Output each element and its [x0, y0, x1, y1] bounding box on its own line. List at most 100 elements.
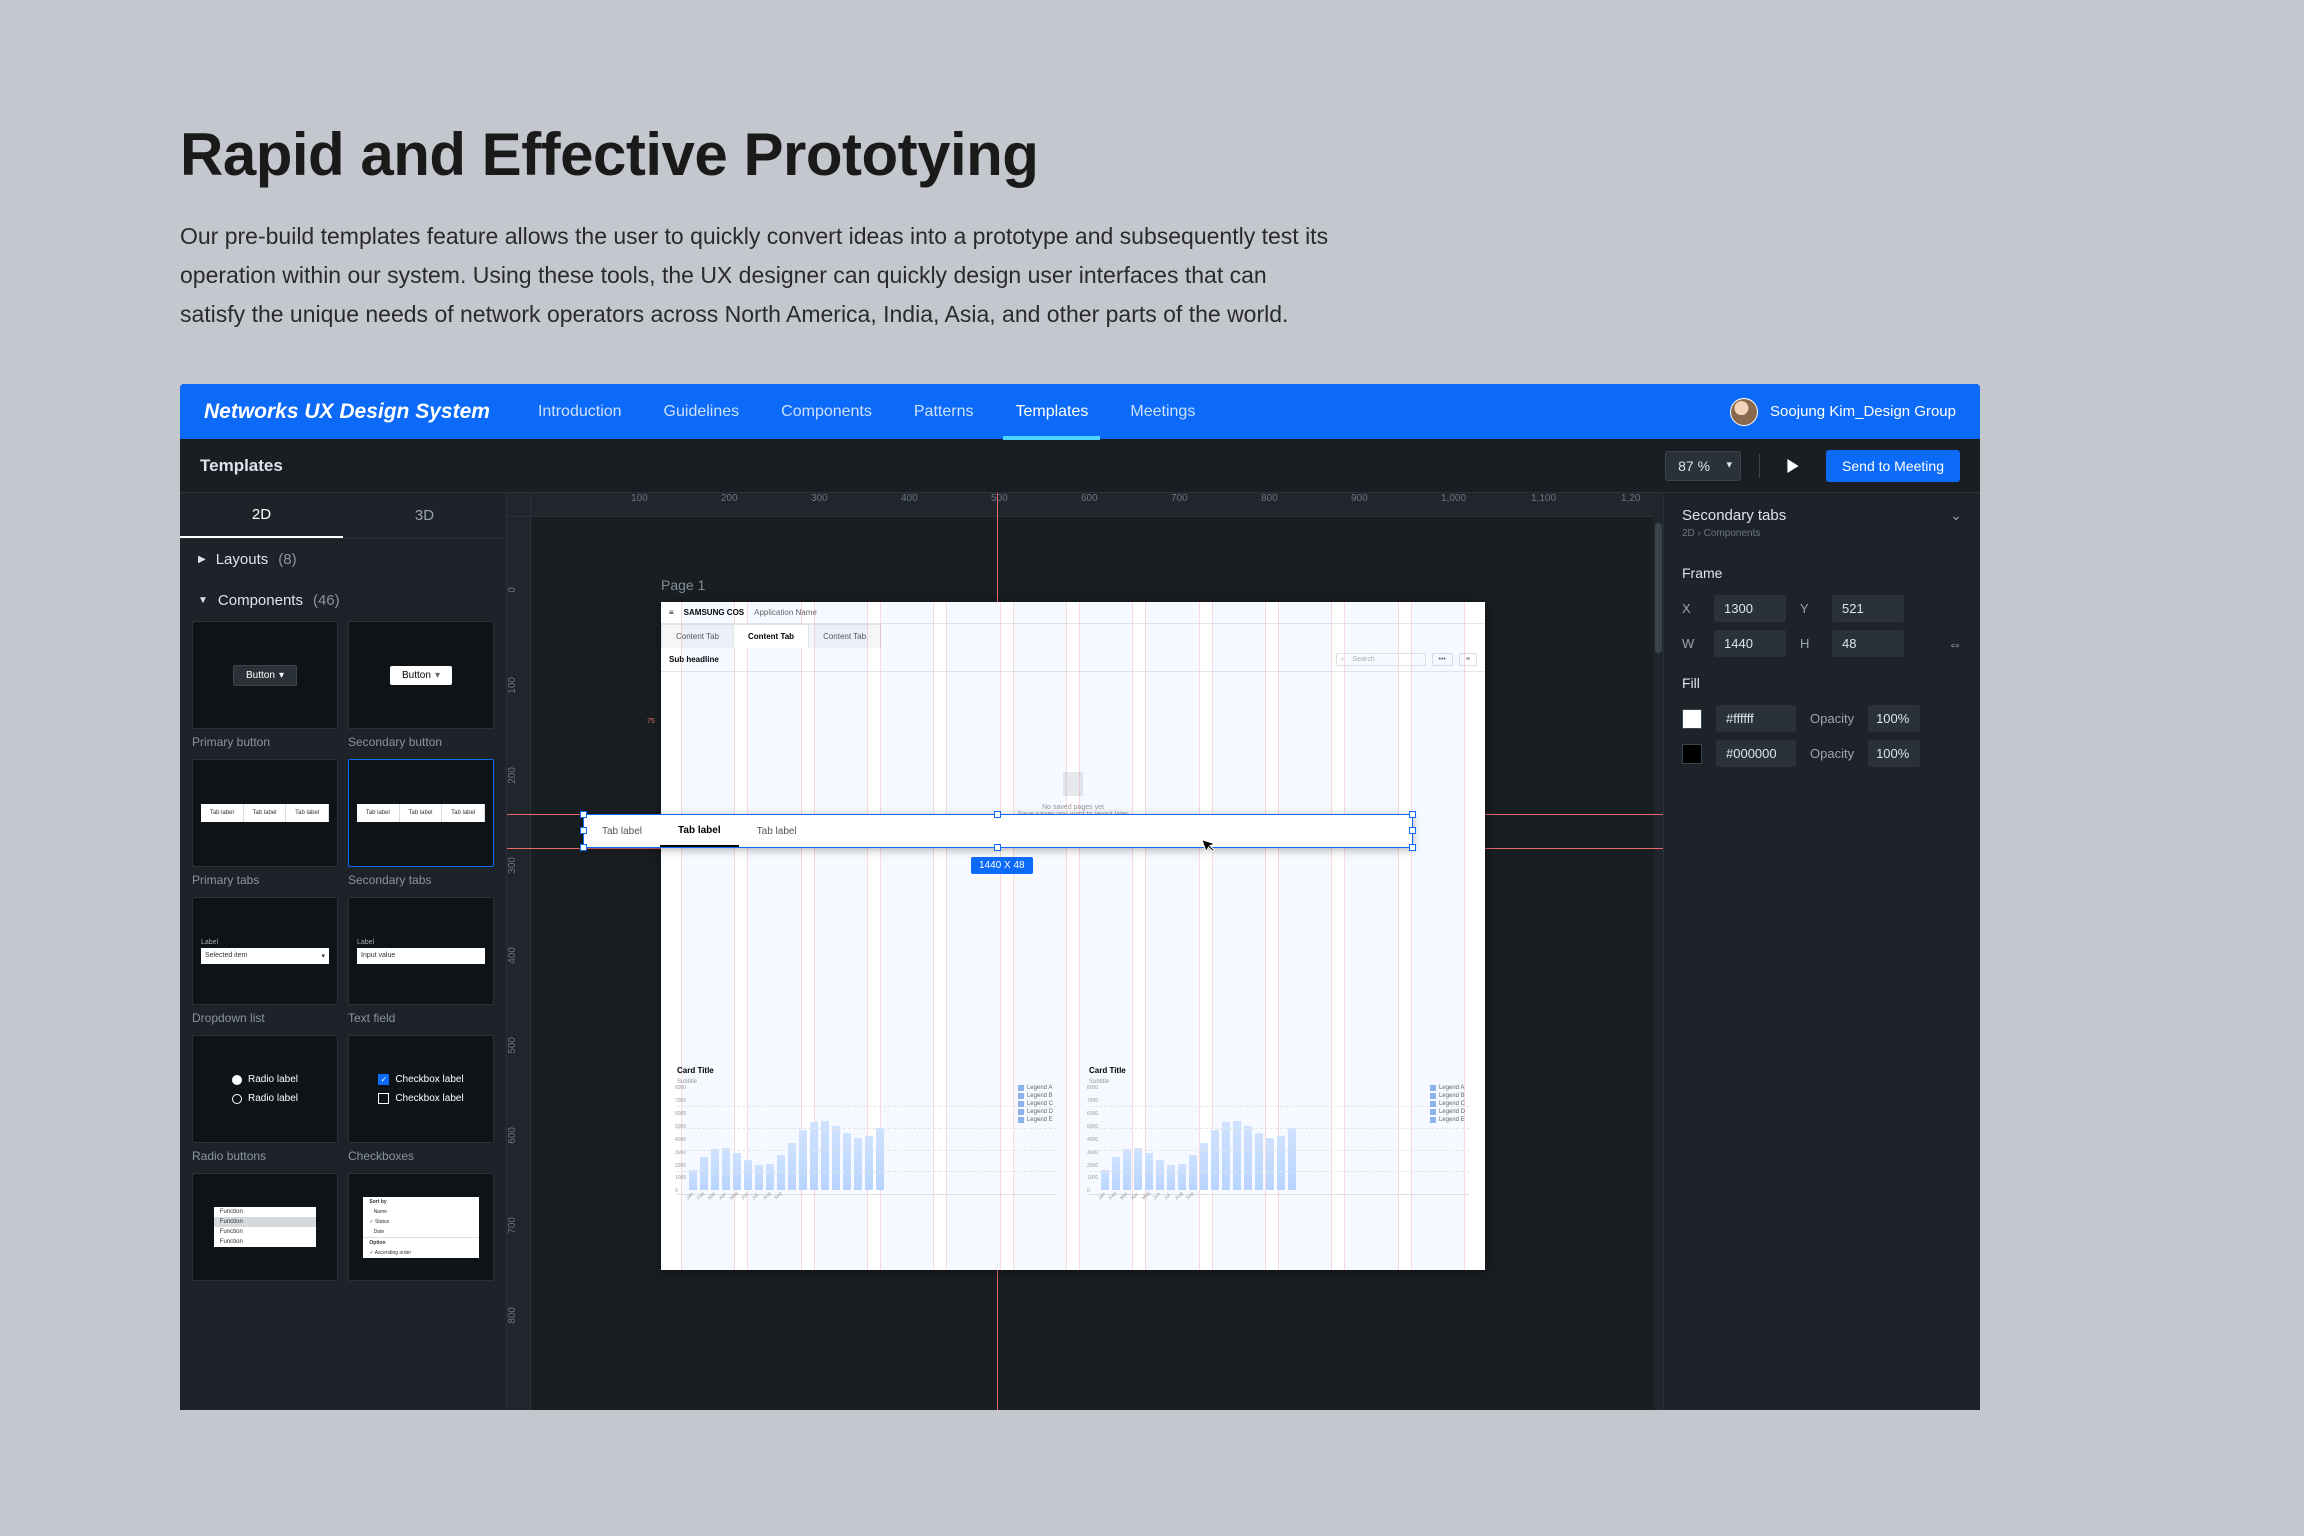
layouts-section[interactable]: ▶ Layouts (8) — [180, 539, 506, 580]
nav-tab-templates[interactable]: Templates — [1015, 385, 1088, 439]
chevron-right-icon: ▶ — [198, 554, 206, 565]
chevron-down-icon: ▼ — [198, 595, 208, 606]
opacity-input[interactable] — [1868, 705, 1920, 732]
components-section[interactable]: ▼ Components (46) — [180, 580, 506, 621]
topbar: Networks UX Design System Introduction Gu… — [180, 384, 1980, 439]
nav-tabs: Introduction Guidelines Components Patterns… — [538, 385, 1730, 439]
y-input[interactable] — [1832, 595, 1904, 622]
nav-tab-guidelines[interactable]: Guidelines — [664, 385, 740, 439]
sidebar-tab-3d[interactable]: 3D — [343, 493, 506, 538]
ruler-horizontal: 1002003004005006007008009001,0001,1001,2… — [531, 493, 1663, 517]
component-item[interactable]: Button ▾Primary button — [192, 621, 338, 749]
section-title: Templates — [200, 456, 283, 476]
app-window: Networks UX Design System Introduction Gu… — [180, 384, 1980, 1410]
play-button[interactable] — [1778, 451, 1808, 481]
h-input[interactable] — [1832, 630, 1904, 657]
component-item[interactable]: Tab labelTab labelTab labelPrimary tabs — [192, 759, 338, 887]
artboard-subheader: Sub headline ⌕Search ••• ≡ — [661, 648, 1485, 672]
resize-handle[interactable] — [1409, 827, 1416, 834]
x-input[interactable] — [1714, 595, 1786, 622]
floating-tab: Tab label — [739, 815, 815, 847]
x-label: X — [1682, 601, 1700, 616]
sidebar-tab-2d[interactable]: 2D — [180, 493, 343, 538]
artboard-appname: Application Name — [754, 608, 817, 617]
page-icon — [1063, 772, 1083, 796]
artboard-logo: SAMSUNG COS — [684, 608, 744, 617]
chevron-down-icon[interactable]: ⌄ — [1950, 507, 1962, 524]
resize-handle[interactable] — [1409, 811, 1416, 818]
user-name: Soojung Kim_Design Group — [1770, 403, 1956, 420]
link-icon[interactable]: ⇔ — [1948, 636, 1962, 652]
search-input: ⌕Search — [1336, 653, 1426, 666]
ruler-vertical: 0100200300400500600700800 — [507, 517, 531, 1410]
sub-headline: Sub headline — [669, 655, 719, 664]
opacity-label: Opacity — [1810, 711, 1854, 726]
w-label: W — [1682, 636, 1700, 651]
menu-icon: ≡ — [669, 608, 674, 617]
breadcrumb: 2D › Components — [1664, 528, 1980, 551]
components-count: (46) — [313, 592, 340, 609]
hex-input[interactable] — [1716, 705, 1796, 732]
nav-tab-introduction[interactable]: Introduction — [538, 385, 622, 439]
empty-title: No saved pages yet — [661, 804, 1485, 811]
hex-input[interactable] — [1716, 740, 1796, 767]
component-item[interactable]: FunctionFunctionFunctionFunction — [192, 1173, 338, 1281]
main-area: 2D3D ▶ Layouts (8) ▼ Components (46) But… — [180, 493, 1980, 1410]
frame-section-title: Frame — [1664, 551, 1980, 591]
component-item[interactable]: LabelSelected item▾Dropdown list — [192, 897, 338, 1025]
page-title: Rapid and Effective Prototying — [180, 120, 2124, 189]
nav-tab-patterns[interactable]: Patterns — [914, 385, 974, 439]
component-item[interactable]: Tab labelTab labelTab labelSecondary tab… — [348, 759, 494, 887]
opacity-input[interactable] — [1868, 740, 1920, 767]
component-item[interactable]: ✓Checkbox labelCheckbox labelCheckboxes — [348, 1035, 494, 1163]
layouts-count: (8) — [278, 551, 296, 568]
user-info[interactable]: Soojung Kim_Design Group — [1730, 398, 1956, 426]
more-button: ••• — [1432, 653, 1453, 666]
component-item[interactable]: Button ▾Secondary button — [348, 621, 494, 749]
measure-label: 75 — [647, 718, 655, 725]
resize-handle[interactable] — [580, 827, 587, 834]
selected-component[interactable]: Tab labelTab labelTab label — [583, 814, 1413, 848]
resize-handle[interactable] — [580, 844, 587, 851]
canvas[interactable]: Page 1 75 ≡ SAMSUNG — [531, 517, 1663, 1410]
artboard-header: ≡ SAMSUNG COS Application Name — [661, 602, 1485, 624]
page-label: Page 1 — [661, 577, 705, 593]
zoom-dropdown[interactable]: 87 % — [1665, 451, 1741, 481]
w-input[interactable] — [1714, 630, 1786, 657]
opacity-label: Opacity — [1810, 746, 1854, 761]
resize-handle[interactable] — [994, 811, 1001, 818]
floating-tab: Tab label — [660, 815, 739, 847]
selected-name: Secondary tabs — [1682, 507, 1786, 524]
resize-handle[interactable] — [580, 811, 587, 818]
send-to-meeting-button[interactable]: Send to Meeting — [1826, 450, 1960, 482]
menu-button: ≡ — [1459, 653, 1477, 666]
artboard-cards: Card TitleSubtitle8000700060005000400030… — [671, 1060, 1475, 1260]
component-item[interactable]: Radio labelRadio labelRadio buttons — [192, 1035, 338, 1163]
layouts-label: Layouts — [216, 551, 269, 568]
left-sidebar: 2D3D ▶ Layouts (8) ▼ Components (46) But… — [180, 493, 507, 1410]
floating-tab: Tab label — [584, 815, 660, 847]
ruler-corner — [507, 493, 531, 517]
h-label: H — [1800, 636, 1818, 651]
nav-tab-components[interactable]: Components — [781, 385, 872, 439]
subbar: Templates 87 % Send to Meeting — [180, 439, 1980, 493]
app-logo: Networks UX Design System — [204, 400, 490, 424]
dimension-badge: 1440 X 48 — [971, 857, 1033, 874]
components-grid: Button ▾Primary buttonButton ▾Secondary … — [180, 621, 506, 1293]
component-item[interactable]: LabelInput valueText field — [348, 897, 494, 1025]
resize-handle[interactable] — [994, 844, 1001, 851]
properties-panel: Secondary tabs ⌄ 2D › Components Frame X… — [1663, 493, 1980, 1410]
nav-tab-meetings[interactable]: Meetings — [1130, 385, 1195, 439]
resize-handle[interactable] — [1409, 844, 1416, 851]
component-item[interactable]: Sort by Name✓ Status DateOption✓ Ascendi… — [348, 1173, 494, 1281]
fill-section-title: Fill — [1664, 661, 1980, 701]
avatar — [1730, 398, 1758, 426]
components-label: Components — [218, 592, 303, 609]
color-swatch[interactable] — [1682, 709, 1702, 729]
divider — [1759, 454, 1760, 478]
artboard[interactable]: 75 ≡ SAMSUNG COS Application Name Conten… — [661, 602, 1485, 1270]
sidebar-tabs: 2D3D — [180, 493, 506, 539]
canvas-area[interactable]: 1002003004005006007008009001,0001,1001,2… — [507, 493, 1663, 1410]
color-swatch[interactable] — [1682, 744, 1702, 764]
y-label: Y — [1800, 601, 1818, 616]
